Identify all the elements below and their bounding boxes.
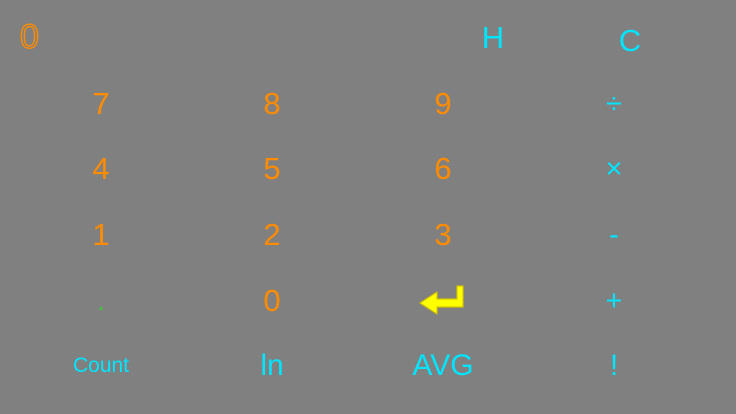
key-6[interactable]: 6 [368, 139, 518, 199]
subtract-button[interactable]: - [539, 205, 689, 265]
key-1[interactable]: 1 [26, 205, 176, 265]
key-8[interactable]: 8 [197, 74, 347, 134]
key-0[interactable]: 0 [197, 271, 347, 331]
enter-button[interactable] [368, 271, 518, 331]
divide-button[interactable]: ÷ [539, 74, 689, 134]
key-3[interactable]: 3 [368, 205, 518, 265]
decimal-point-button[interactable]: . [26, 271, 176, 331]
clear-button[interactable]: C [600, 19, 660, 63]
enter-arrow-icon [419, 285, 464, 315]
key-9[interactable]: 9 [368, 74, 518, 134]
key-7[interactable]: 7 [26, 74, 176, 134]
count-button[interactable]: Count [26, 336, 176, 396]
ln-button[interactable]: ln [197, 336, 347, 396]
key-5[interactable]: 5 [197, 139, 347, 199]
average-button[interactable]: AVG [368, 336, 518, 396]
key-2[interactable]: 2 [197, 205, 347, 265]
key-4[interactable]: 4 [26, 139, 176, 199]
multiply-button[interactable]: × [539, 139, 689, 199]
factorial-button[interactable]: ! [539, 336, 689, 396]
add-button[interactable]: + [539, 271, 689, 331]
history-button[interactable]: H [463, 16, 523, 60]
calculator-display: 0 [19, 17, 39, 56]
